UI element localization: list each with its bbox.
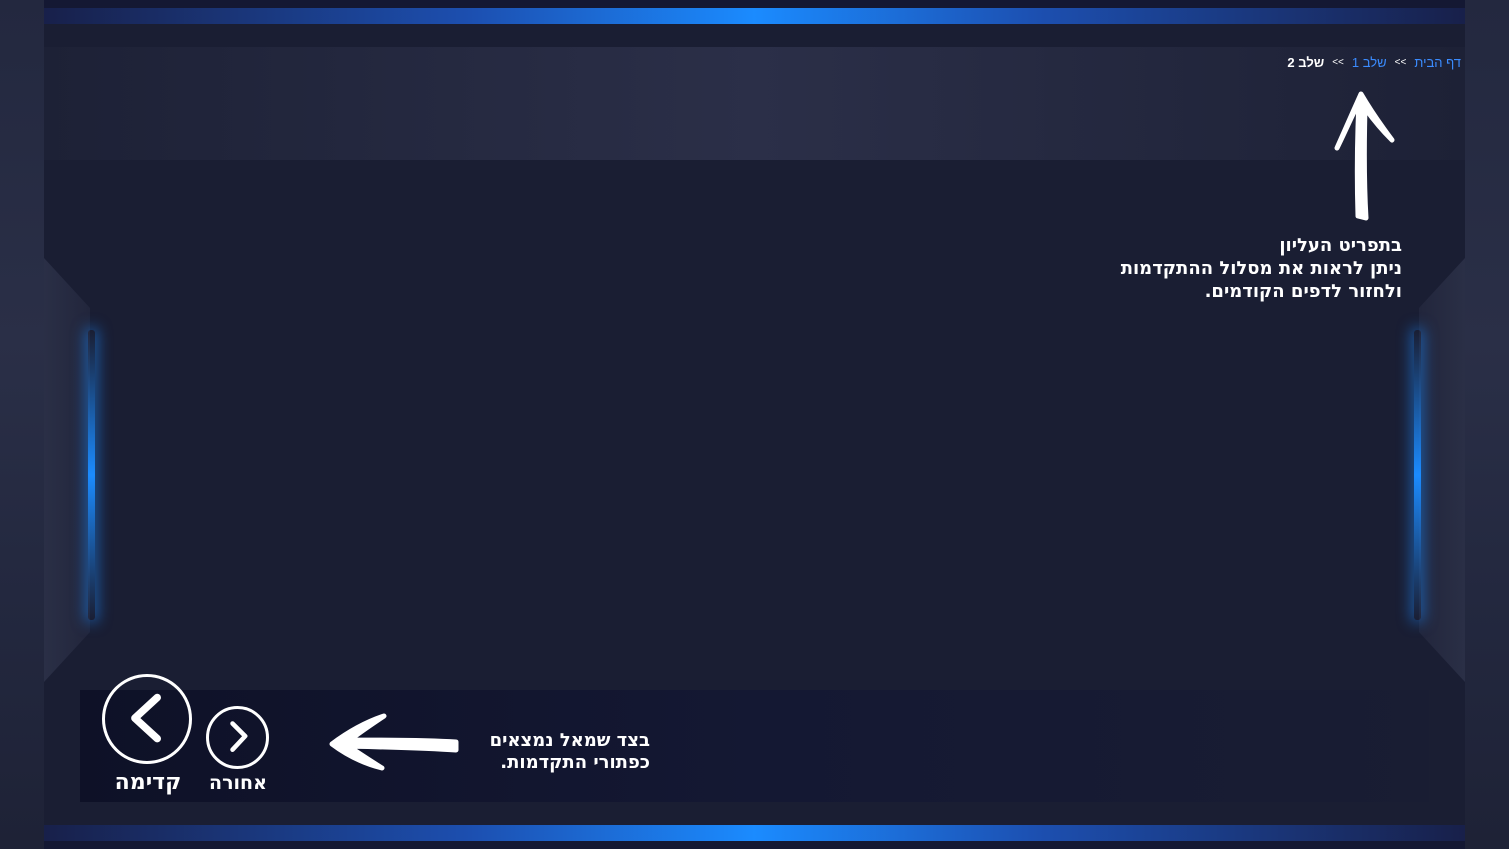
- chevron-left-icon: [131, 693, 161, 743]
- arrow-up-icon: [1334, 91, 1395, 221]
- breadcrumb-separator: >>: [1332, 57, 1344, 68]
- bottom-bar-edge: [44, 841, 1465, 849]
- breadcrumb: דף הבית >> שלב 1 >> שלב 2: [1287, 55, 1461, 70]
- left-bevel: [44, 258, 90, 682]
- bottom-note-line: בצד שמאל נמצאים: [489, 730, 650, 751]
- header-band: [44, 47, 1465, 160]
- bottom-note-line: כפתורי התקדמות.: [500, 752, 650, 773]
- next-button-label[interactable]: קדימה: [102, 770, 194, 795]
- breadcrumb-current-step: שלב 2: [1287, 55, 1325, 70]
- app-frame: דף הבית >> שלב 1 >> שלב 2 בתפריט העליון …: [0, 0, 1509, 849]
- arrow-left-icon: [329, 713, 459, 771]
- right-glow-accent: [1414, 330, 1421, 620]
- next-button[interactable]: [102, 674, 192, 764]
- back-button-label[interactable]: אחורה: [199, 772, 277, 794]
- top-note-line: ולחזור לדפים הקודמים.: [1204, 281, 1402, 302]
- breadcrumb-home-link[interactable]: דף הבית: [1414, 55, 1461, 70]
- top-bar-edge: [44, 0, 1465, 8]
- nav-buttons-note: בצד שמאל נמצאים כפתורי התקדמות.: [470, 730, 650, 774]
- breadcrumb-separator: >>: [1394, 57, 1407, 68]
- back-button[interactable]: [206, 706, 269, 769]
- footer-band: [80, 690, 1429, 802]
- top-menu-note: בתפריט העליון ניתן לראות את מסלול ההתקדמ…: [1121, 234, 1402, 303]
- top-note-line: בתפריט העליון: [1279, 235, 1402, 256]
- left-frame-edge: [0, 0, 46, 849]
- chevron-right-icon: [230, 721, 248, 752]
- left-glow-accent: [88, 330, 95, 620]
- breadcrumb-step1-link[interactable]: שלב 1: [1352, 55, 1387, 70]
- right-bevel: [1419, 258, 1465, 682]
- right-frame-edge: [1463, 0, 1509, 849]
- top-note-line: ניתן לראות את מסלול ההתקדמות: [1120, 258, 1402, 279]
